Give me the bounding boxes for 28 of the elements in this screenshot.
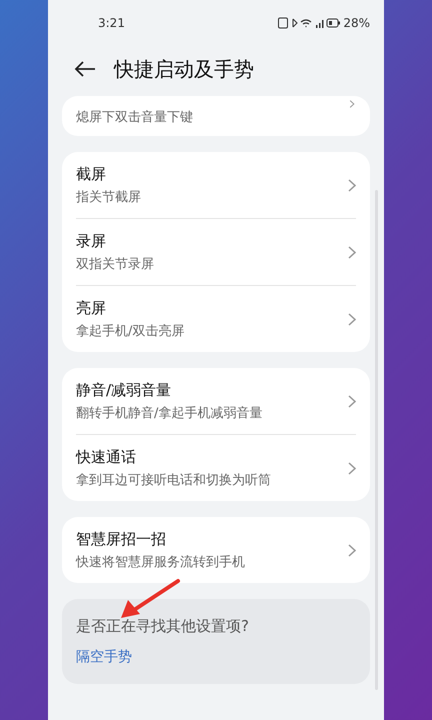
chevron-icon: [348, 100, 356, 108]
item-subtitle: 指关节截屏: [76, 188, 141, 206]
item-subtitle: 拿到耳边可接听电话和切换为听筒: [76, 472, 271, 488]
page-title: 快捷启动及手势: [114, 56, 254, 82]
chevron-icon: [348, 312, 356, 326]
chevron-icon: [348, 178, 356, 192]
back-arrow-icon[interactable]: [74, 61, 96, 77]
item-title[interactable]: 静音/减弱音量: [76, 380, 262, 400]
chevron-icon: [348, 544, 356, 556]
chevron-icon: [348, 394, 356, 408]
item-title[interactable]: 截屏: [76, 164, 141, 184]
item-title[interactable]: 亮屏: [76, 298, 184, 318]
item-title[interactable]: 录屏: [76, 232, 154, 250]
chevron-icon: [348, 246, 356, 258]
status-icons-drawing: [278, 17, 340, 29]
suggestion-question: 是否正在寻找其他设置项?: [76, 617, 249, 636]
battery-percent: 28%: [343, 16, 370, 30]
item-subtitle: 拿起手机/双击亮屏: [76, 322, 184, 340]
item-title[interactable]: 智慧屏招一招: [76, 530, 245, 548]
item-subtitle: 快速将智慧屏服务流转到手机: [76, 554, 245, 570]
item-subtitle: 双指关节录屏: [76, 256, 154, 272]
item-subtitle: 熄屏下双击音量下键: [76, 109, 193, 126]
annotation-arrow: [121, 579, 180, 618]
status-time: 3:21: [98, 16, 125, 30]
item-subtitle: 翻转手机静音/拿起手机减弱音量: [76, 404, 262, 422]
chevron-icon: [348, 462, 356, 474]
suggestion-link[interactable]: 隔空手势: [76, 648, 132, 666]
item-title[interactable]: 快速通话: [76, 448, 271, 466]
